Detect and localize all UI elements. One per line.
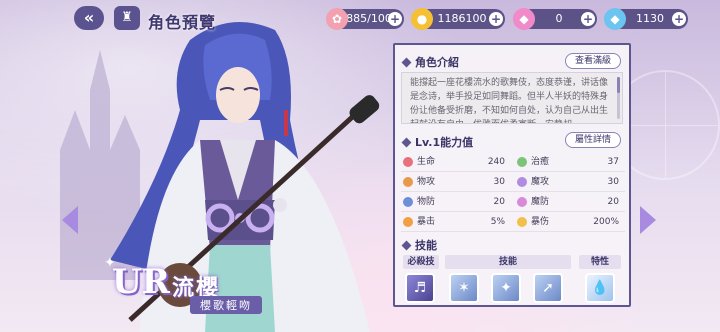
ultimate-skill-tab[interactable]: 必殺技 (403, 255, 439, 269)
heart-icon (403, 157, 413, 167)
stat-magic-atk: 魔攻 30 (515, 172, 623, 192)
trait-tab[interactable]: 特性 (579, 255, 621, 269)
back-button[interactable]: « (74, 6, 104, 30)
skills-label: 技能 (415, 239, 437, 252)
stat-crit: 暴击 5% (401, 212, 509, 232)
magic-shield-icon (517, 197, 527, 207)
intro-section-header: 角色介紹 (401, 54, 459, 70)
star-burst-icon: ✶ (458, 280, 470, 296)
burst-icon (517, 217, 527, 227)
cross-icon (517, 157, 527, 167)
intro-scroll-thumb[interactable] (617, 77, 620, 93)
fist-icon (403, 177, 413, 187)
ability-label: Lv.1能力值 (415, 136, 474, 149)
intro-text: 能撐起一座花樓流水的歌舞伎，态度恭谨，讲话像是念诗，举手投足如同舞蹈。但半人半妖… (410, 78, 609, 123)
view-full-level-button[interactable]: 查看滿級 (564, 53, 621, 69)
wand-icon (517, 177, 527, 187)
add-blue-diamond-button[interactable]: + (672, 12, 686, 26)
diamond-bullet-icon (401, 240, 412, 251)
coin-resource: ● 1186100 + (411, 8, 505, 30)
intro-label: 角色介紹 (415, 56, 459, 69)
rarity-badge: UR (112, 262, 170, 302)
stat-row: 暴击 5% 暴伤 200% (401, 212, 625, 232)
attribute-details-button[interactable]: 屬性詳情 (564, 132, 621, 148)
double-chevron-left-icon: « (83, 8, 95, 27)
skill-tab[interactable]: 技能 (445, 255, 571, 269)
add-pink-diamond-button[interactable]: + (581, 12, 595, 26)
candy-resource: ✿ 885/100 + (326, 8, 404, 30)
ability-section-header: Lv.1能力值 (401, 134, 474, 150)
character-info-panel: 角色介紹 查看滿級 能撐起一座花樓流水的歌舞伎，态度恭谨，讲话像是念诗，举手投足… (393, 43, 631, 307)
pink-diamond-value: 0 (555, 12, 563, 25)
game-screen: « ♜ 角色預覽 ✿ 885/100 + ● 1186100 + ◆ 0 + ◆… (0, 0, 720, 332)
blade-icon: ➚ (542, 280, 554, 296)
stat-phys-atk: 物攻 30 (401, 172, 509, 192)
castle-icon: ♜ (121, 10, 133, 25)
add-candy-button[interactable]: + (388, 12, 402, 26)
diamond-bullet-icon (401, 137, 412, 148)
blue-diamond-value: 1130 (636, 12, 664, 25)
blue-diamond-resource: ◆ 1130 + (604, 8, 688, 30)
coin-icon: ● (411, 8, 433, 30)
skills-section-header: 技能 (401, 237, 437, 253)
stat-heal: 治癒 37 (515, 152, 623, 172)
crit-icon (403, 217, 413, 227)
skill-slot-1[interactable]: ✶ (449, 273, 479, 303)
stat-row: 物防 20 魔防 20 (401, 192, 625, 212)
ultimate-skill-slot[interactable]: ♬ (405, 273, 435, 303)
stat-phys-def: 物防 20 (401, 192, 509, 212)
diamond-bullet-icon (401, 57, 412, 68)
stat-hp: 生命 240 (401, 152, 509, 172)
shield-icon (403, 197, 413, 207)
stat-magic-def: 魔防 20 (515, 192, 623, 212)
candy-icon: ✿ (326, 8, 348, 30)
page-title: 角色預覽 (148, 13, 217, 32)
stats-table: 生命 240 治癒 37 物攻 30 魔攻 30 物防 20 魔防 20 暴击 5% 暴伤 20… (401, 152, 625, 232)
stat-row: 物攻 30 魔攻 30 (401, 172, 625, 192)
drop-icon: 💧 (591, 280, 609, 296)
skill-slot-2[interactable]: ✦ (491, 273, 521, 303)
add-coin-button[interactable]: + (489, 12, 503, 26)
all-icon: ✦ (500, 280, 512, 296)
pink-diamond-resource: ◆ 0 + (513, 8, 597, 30)
trait-slot[interactable]: 💧 (585, 273, 615, 303)
stat-crit-dmg: 暴伤 200% (515, 212, 623, 232)
stat-row: 生命 240 治癒 37 (401, 152, 625, 172)
next-character-arrow[interactable] (640, 206, 656, 234)
character-title: 櫻歌輕吻 (190, 296, 262, 314)
previous-character-arrow[interactable] (62, 206, 78, 234)
top-bar: « ♜ 角色預覽 ✿ 885/100 + ● 1186100 + ◆ 0 + ◆… (0, 0, 720, 36)
intro-text-box[interactable]: 能撐起一座花樓流水的歌舞伎，态度恭谨，讲话像是念诗，举手投足如同舞蹈。但半人半妖… (401, 72, 623, 124)
skill-slot-3[interactable]: ➚ (533, 273, 563, 303)
pink-diamond-icon: ◆ (513, 8, 535, 30)
lyre-icon: ♬ (413, 280, 427, 296)
candy-value: 885/100 (346, 12, 392, 25)
coin-value: 1186100 (437, 12, 487, 25)
home-button[interactable]: ♜ (114, 6, 140, 30)
blue-diamond-icon: ◆ (604, 8, 626, 30)
